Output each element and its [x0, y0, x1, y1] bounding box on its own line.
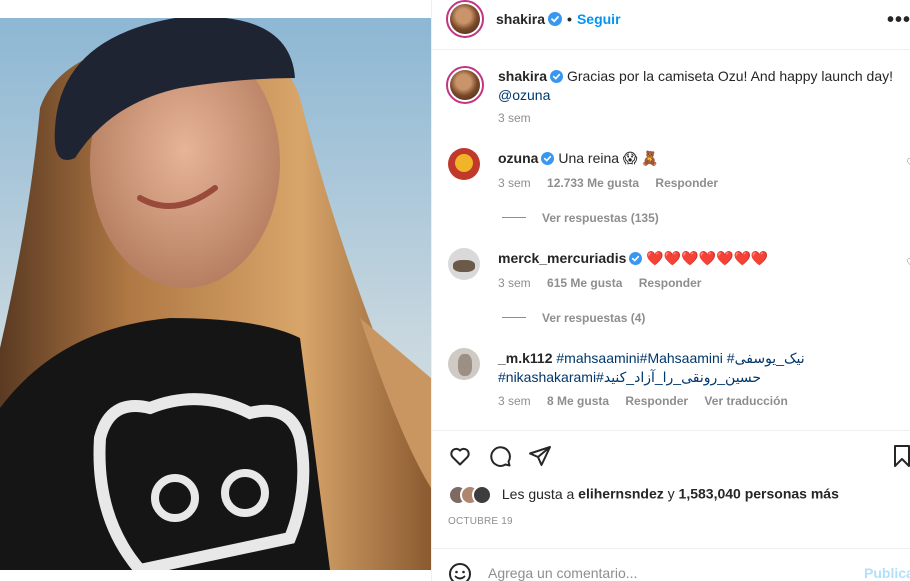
- post-action-bar: [432, 430, 910, 482]
- comment-time[interactable]: 3 sem: [498, 276, 531, 290]
- comment-username[interactable]: ozuna: [498, 150, 538, 166]
- comment-meta: 3 sem 12.733 Me gusta Responder: [498, 176, 731, 190]
- comment-avatar[interactable]: [448, 348, 480, 380]
- translate-button[interactable]: Ver traducción: [704, 394, 787, 408]
- likes-user-link[interactable]: elihernsndez: [578, 486, 664, 502]
- comment-avatar[interactable]: [448, 148, 480, 180]
- verified-badge-icon: [548, 12, 563, 26]
- comment-hashtags-line1[interactable]: #mahsaamini#Mahsaamini #نیک_یوسفی: [556, 350, 804, 366]
- share-paper-plane-icon[interactable]: [528, 444, 552, 468]
- verified-badge-icon: [629, 252, 643, 265]
- comment-meta: 3 sem 615 Me gusta Responder: [498, 276, 714, 290]
- top-whitespace: [0, 0, 431, 18]
- caption-meta: 3 sem: [498, 111, 544, 125]
- comment-likes[interactable]: 12.733 Me gusta: [547, 176, 639, 190]
- comment-text: ❤️❤️❤️❤️❤️❤️❤️: [646, 250, 769, 266]
- author-avatar[interactable]: [446, 0, 484, 38]
- post-header: shakira • Seguir •••: [432, 0, 910, 50]
- save-bookmark-icon[interactable]: [893, 444, 910, 468]
- reply-button[interactable]: Responder: [639, 276, 702, 290]
- post-photo-image: [0, 18, 431, 570]
- header-user-line: shakira • Seguir: [496, 11, 621, 27]
- bottom-whitespace: [0, 570, 431, 581]
- comment-username[interactable]: _m.k112: [498, 350, 553, 366]
- comment-time[interactable]: 3 sem: [498, 176, 531, 190]
- more-options-icon[interactable]: •••: [887, 9, 910, 32]
- post-date[interactable]: OCTUBRE 19: [448, 516, 513, 527]
- comment-username[interactable]: merck_mercuriadis: [498, 250, 626, 266]
- comment-like-icon[interactable]: ♡: [906, 256, 910, 270]
- publish-button[interactable]: Publica: [864, 565, 910, 581]
- comment-hashtags-line2[interactable]: #nikashakarami#حسین_رونقی_را_آزاد_کنید: [498, 369, 761, 385]
- like-heart-icon[interactable]: [448, 444, 472, 468]
- post-side-panel: shakira • Seguir ••• shakira Gracias por l…: [431, 0, 910, 581]
- verified-badge-icon: [541, 152, 555, 165]
- comment-text-block: _m.k112 #mahsaamini#Mahsaamini #نیک_یوسف…: [498, 349, 898, 387]
- reply-button[interactable]: Responder: [625, 394, 688, 408]
- comment-text-block: ozuna Una reina 😱 🧸: [498, 149, 898, 168]
- comment-text: Una reina 😱 🧸: [558, 150, 659, 166]
- add-comment-bar: Agrega un comentario... Publica: [432, 548, 910, 581]
- comment-bubble-icon[interactable]: [488, 444, 512, 468]
- avatar-person-image: [458, 354, 472, 376]
- comment-avatar[interactable]: [448, 248, 480, 280]
- emoji-smiley-icon[interactable]: [448, 562, 472, 581]
- comment-text-block: merck_mercuriadis ❤️❤️❤️❤️❤️❤️❤️: [498, 249, 898, 268]
- likes-middle: y: [667, 485, 675, 502]
- caption-text-block: shakira Gracias por la camiseta Ozu! And…: [498, 67, 898, 105]
- likes-count-link[interactable]: 1,583,040 personas más: [679, 486, 839, 502]
- verified-badge-icon: [550, 70, 564, 83]
- follow-button[interactable]: Seguir: [577, 11, 621, 27]
- avatar-dog-image: [453, 260, 475, 272]
- caption-text: Gracias por la camiseta Ozu! And happy l…: [566, 68, 894, 84]
- caption-mention-link[interactable]: @ozuna: [498, 87, 550, 103]
- comment-likes[interactable]: 8 Me gusta: [547, 394, 609, 408]
- likes-prefix: Les gusta a: [501, 485, 575, 502]
- view-replies-label: Ver respuestas (135): [542, 211, 659, 225]
- author-username[interactable]: shakira: [496, 11, 545, 27]
- caption-time[interactable]: 3 sem: [498, 111, 531, 125]
- comment-input[interactable]: Agrega un comentario...: [488, 565, 637, 581]
- comment-likes[interactable]: 615 Me gusta: [547, 276, 622, 290]
- caption-avatar-image: [450, 70, 480, 100]
- view-replies-label: Ver respuestas (4): [542, 311, 646, 325]
- separator-dot: •: [567, 11, 572, 27]
- view-replies-button[interactable]: Ver respuestas (135): [498, 211, 659, 225]
- author-avatar-image: [450, 4, 480, 34]
- view-replies-button[interactable]: Ver respuestas (4): [498, 311, 645, 325]
- caption-username[interactable]: shakira: [498, 68, 547, 84]
- liker-avatar[interactable]: [472, 485, 492, 505]
- caption-avatar[interactable]: [446, 66, 484, 104]
- ozuna-bear-logo: [455, 154, 473, 172]
- post-photo[interactable]: [0, 18, 431, 570]
- replies-line: [502, 217, 526, 218]
- comment-meta: 3 sem 8 Me gusta Responder Ver traducció…: [498, 394, 801, 408]
- comment-like-icon[interactable]: ♡: [906, 156, 910, 170]
- reply-button[interactable]: Responder: [655, 176, 718, 190]
- replies-line: [502, 317, 526, 318]
- likes-summary: Les gusta a elihernsndez y 1,583,040 per…: [448, 485, 839, 505]
- comment-time[interactable]: 3 sem: [498, 394, 531, 408]
